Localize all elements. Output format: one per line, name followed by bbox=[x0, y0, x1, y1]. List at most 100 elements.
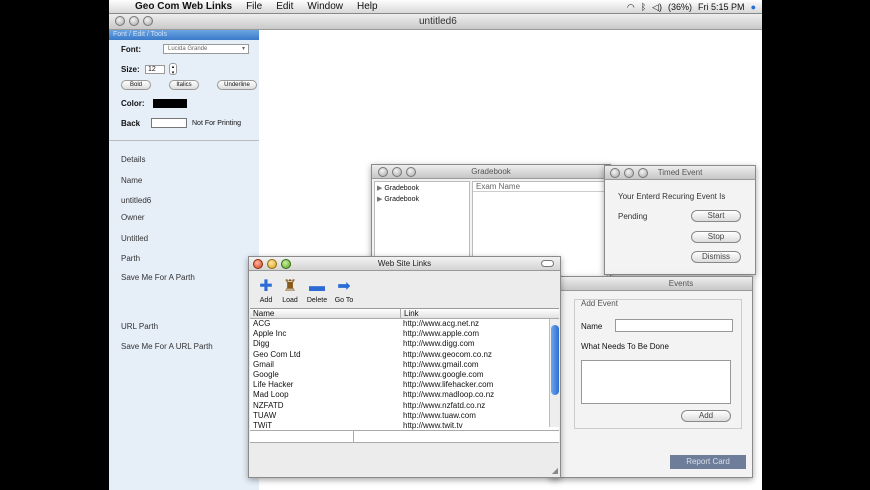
table-row[interactable]: Google http://www.google.com bbox=[250, 370, 559, 380]
close-icon[interactable] bbox=[378, 167, 388, 177]
timed-event-title: Timed Event bbox=[657, 168, 703, 177]
tree-item[interactable]: ▶ Gradebook bbox=[377, 195, 467, 203]
table-row[interactable]: TUAW http://www.tuaw.com bbox=[250, 411, 559, 421]
needs-textarea[interactable] bbox=[581, 360, 731, 404]
start-button[interactable]: Start bbox=[691, 210, 741, 222]
menu-edit[interactable]: Edit bbox=[276, 1, 293, 12]
events-titlebar: Events bbox=[550, 277, 752, 291]
minimize-icon[interactable] bbox=[267, 259, 277, 269]
gradebook-title: Gradebook bbox=[471, 167, 511, 176]
table-row[interactable]: Mad Loop http://www.madloop.co.nz bbox=[250, 390, 559, 400]
bluetooth-icon[interactable]: ᛒ bbox=[641, 2, 646, 12]
timed-event-window: Timed Event Your Enterd Recuring Event I… bbox=[604, 165, 756, 275]
menu-window[interactable]: Window bbox=[307, 1, 343, 12]
event-name-input[interactable] bbox=[615, 319, 733, 332]
web-site-links-window: Web Site Links ✚ Add ♜ Load ▬ Delete ➡ G… bbox=[248, 256, 561, 478]
close-icon[interactable] bbox=[115, 16, 125, 26]
font-row: Font: Lucida Grande bbox=[121, 44, 249, 54]
zoom-icon[interactable] bbox=[406, 167, 416, 177]
minimize-icon[interactable] bbox=[129, 16, 139, 26]
path-value[interactable]: Save Me For A Parth bbox=[121, 273, 195, 282]
name-value[interactable]: untitled6 bbox=[121, 196, 151, 205]
minimize-icon[interactable] bbox=[392, 167, 402, 177]
menu-bar: Geo Com Web Links File Edit Window Help … bbox=[109, 0, 762, 14]
add-button[interactable]: ✚ Add bbox=[255, 277, 277, 304]
go-to-label: Go To bbox=[334, 297, 354, 304]
font-select[interactable]: Lucida Grande bbox=[163, 44, 249, 54]
color-well[interactable] bbox=[153, 99, 187, 108]
table-row[interactable]: Life Hacker http://www.lifehacker.com bbox=[250, 380, 559, 390]
load-button[interactable]: ♜ Load bbox=[279, 277, 301, 304]
volume-icon[interactable]: ◁) bbox=[652, 2, 662, 13]
not-for-printing-label: Not For Printing bbox=[192, 119, 242, 127]
event-status: Pending bbox=[618, 212, 648, 221]
needs-label: What Needs To Be Done bbox=[581, 342, 669, 351]
scroll-thumb[interactable] bbox=[551, 325, 559, 395]
clock[interactable]: Fri 5:15 PM bbox=[698, 2, 745, 12]
dismiss-button[interactable]: Dismiss bbox=[691, 251, 741, 263]
table-row[interactable]: ACG http://www.acg.net.nz bbox=[250, 319, 559, 329]
minus-icon: ▬ bbox=[309, 278, 325, 295]
timed-event-titlebar: Timed Event bbox=[605, 166, 755, 180]
size-field[interactable]: 12 bbox=[145, 64, 165, 74]
document-titlebar: untitled6 bbox=[109, 14, 762, 30]
table-row[interactable]: Apple Inc http://www.apple.com bbox=[250, 329, 559, 339]
add-event-heading: Add Event bbox=[581, 299, 618, 308]
close-icon[interactable] bbox=[610, 168, 620, 178]
battery-status[interactable]: (36%) bbox=[668, 2, 692, 12]
table-row[interactable]: Gmail http://www.gmail.com bbox=[250, 360, 559, 370]
table-row[interactable]: Geo Com Ltd http://www.geocom.co.nz bbox=[250, 350, 559, 360]
zoom-icon[interactable] bbox=[281, 259, 291, 269]
spotlight-icon[interactable]: ● bbox=[751, 2, 756, 12]
edit-name-field[interactable] bbox=[250, 431, 354, 442]
event-name-label: Name bbox=[581, 322, 603, 331]
size-stepper[interactable]: ▴ ▾ bbox=[169, 63, 177, 76]
link-column-header[interactable]: Link bbox=[400, 309, 540, 318]
url-value[interactable]: Save Me For A URL Parth bbox=[121, 342, 213, 351]
tree-item[interactable]: ▶ Gradebook bbox=[377, 184, 467, 192]
back-row: Back Not For Printing bbox=[121, 118, 241, 128]
menu-help[interactable]: Help bbox=[357, 1, 378, 12]
add-event-box: Add Event Name What Needs To Be Done Add bbox=[574, 299, 742, 429]
owner-value[interactable]: Untitled bbox=[121, 234, 148, 243]
events-title: Events bbox=[668, 279, 694, 288]
add-event-button[interactable]: Add bbox=[681, 410, 731, 422]
back-color-well[interactable] bbox=[151, 118, 187, 128]
table-row[interactable]: NZFATD http://www.nzfatd.co.nz bbox=[250, 401, 559, 411]
zoom-icon[interactable] bbox=[143, 16, 153, 26]
left-panel: Font / Edit / Tools Font: Lucida Grande … bbox=[109, 30, 259, 490]
go-to-button[interactable]: ➡ Go To bbox=[333, 277, 355, 304]
name-column-header[interactable]: Name bbox=[250, 309, 400, 318]
vertical-scrollbar[interactable] bbox=[549, 319, 559, 427]
plus-icon: ✚ bbox=[259, 278, 273, 295]
event-message: Your Enterd Recuring Event Is bbox=[618, 192, 726, 201]
minimize-icon[interactable] bbox=[624, 168, 634, 178]
exam-name-header[interactable]: Exam Name bbox=[473, 182, 607, 192]
stop-button[interactable]: Stop bbox=[691, 231, 741, 243]
people-icon: ♜ bbox=[282, 278, 298, 295]
menu-file[interactable]: File bbox=[246, 1, 262, 12]
events-window: Events Add Event Name What Needs To Be D… bbox=[549, 276, 753, 478]
italics-button[interactable]: Italics bbox=[169, 80, 199, 90]
delete-button[interactable]: ▬ Delete bbox=[306, 277, 328, 304]
arrow-right-icon: ➡ bbox=[337, 278, 351, 295]
font-label: Font: bbox=[121, 44, 141, 54]
edit-fields bbox=[250, 430, 559, 443]
web-links-title: Web Site Links bbox=[377, 259, 432, 268]
table-header: Name Link bbox=[250, 309, 559, 319]
add-label: Add bbox=[259, 297, 273, 304]
bold-button[interactable]: Bold bbox=[121, 80, 151, 90]
size-row: Size: 12 ▴ ▾ bbox=[121, 63, 177, 76]
toolbar-toggle-icon[interactable] bbox=[541, 260, 554, 267]
delete-label: Delete bbox=[306, 297, 328, 304]
underline-button[interactable]: Underline bbox=[217, 80, 257, 90]
close-icon[interactable] bbox=[253, 259, 263, 269]
wifi-icon[interactable]: ◠ bbox=[627, 2, 635, 13]
report-card-button[interactable]: Report Card bbox=[670, 455, 746, 469]
table-row[interactable]: Digg http://www.digg.com bbox=[250, 339, 559, 349]
app-menu[interactable]: Geo Com Web Links bbox=[135, 1, 232, 12]
path-label: Parth bbox=[121, 254, 141, 263]
links-table: Name Link ACG http://www.acg.net.nz Apple… bbox=[250, 308, 559, 430]
zoom-icon[interactable] bbox=[638, 168, 648, 178]
resize-grip-icon[interactable]: ◢ bbox=[552, 466, 558, 475]
